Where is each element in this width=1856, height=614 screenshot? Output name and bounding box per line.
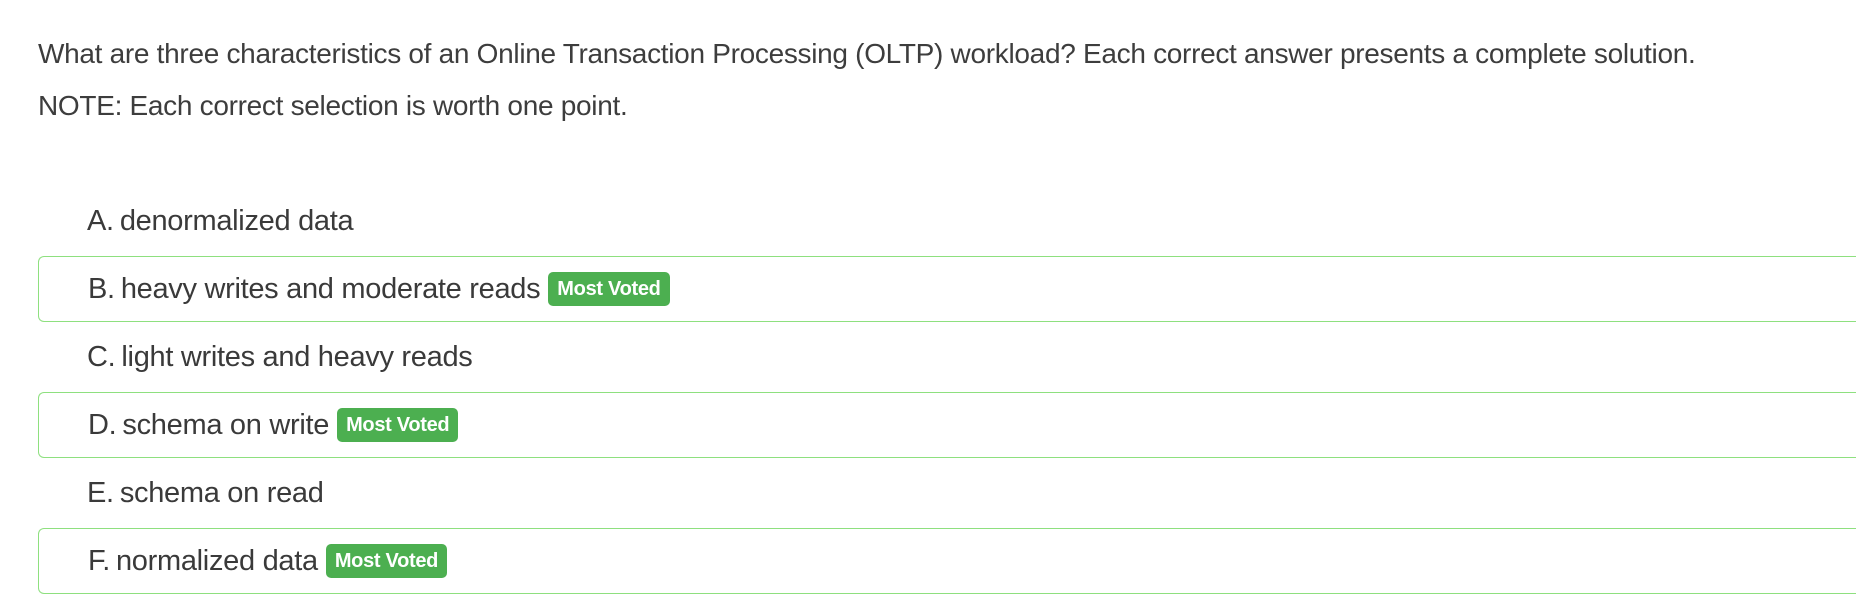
choice-c[interactable]: C. light writes and heavy reads xyxy=(38,324,1856,390)
choice-d[interactable]: D. schema on write Most Voted xyxy=(38,392,1856,458)
question-note: NOTE: Each correct selection is worth on… xyxy=(38,90,628,121)
question-block: What are three characteristics of an Onl… xyxy=(38,28,1818,132)
question-text: What are three characteristics of an Onl… xyxy=(38,38,1696,69)
choice-letter: F. xyxy=(88,544,110,577)
choice-text: schema on read xyxy=(119,476,324,509)
choice-letter: D. xyxy=(88,408,117,441)
choice-letter: E. xyxy=(87,476,114,509)
choice-text: light writes and heavy reads xyxy=(121,340,473,373)
choice-e[interactable]: E. schema on read xyxy=(38,460,1856,526)
choice-text: denormalized data xyxy=(119,204,354,237)
choice-b[interactable]: B. heavy writes and moderate reads Most … xyxy=(38,256,1856,322)
answer-choices: A. denormalized data B. heavy writes and… xyxy=(38,188,1856,596)
choice-f[interactable]: F. normalized data Most Voted xyxy=(38,528,1856,594)
choice-a[interactable]: A. denormalized data xyxy=(38,188,1856,254)
choice-text: heavy writes and moderate reads xyxy=(120,272,541,305)
most-voted-badge: Most Voted xyxy=(548,272,670,306)
choice-text: schema on write xyxy=(122,408,330,441)
most-voted-badge: Most Voted xyxy=(337,408,459,442)
choice-letter: C. xyxy=(87,340,116,373)
choice-letter: B. xyxy=(88,272,115,305)
choice-text: normalized data xyxy=(115,544,318,577)
most-voted-badge: Most Voted xyxy=(325,544,448,578)
choice-letter: A. xyxy=(87,204,114,237)
